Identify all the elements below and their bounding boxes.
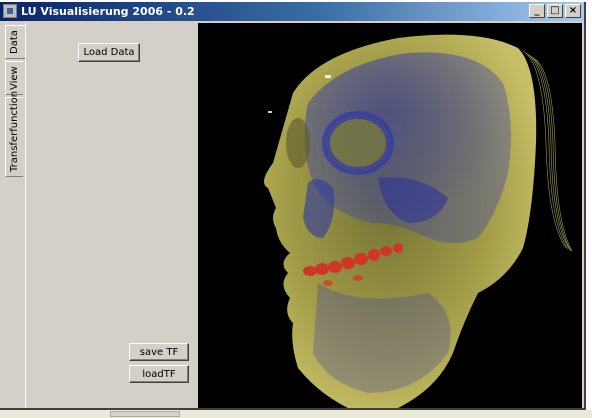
vertical-tabstrip: Data View Transferfunction (5, 25, 25, 405)
skull-volume-render (264, 34, 573, 408)
tab-data[interactable]: Data (5, 25, 25, 59)
tab-view-label: View (9, 66, 20, 90)
taskbar-item[interactable] (110, 411, 180, 417)
load-tf-button[interactable]: loadTF (129, 365, 189, 383)
orbit-right (286, 118, 310, 168)
window-controls: _ □ × (529, 4, 581, 18)
maximize-button[interactable]: □ (547, 4, 563, 18)
tab-data-label: Data (9, 30, 20, 54)
title-bar[interactable]: LU Visualisierung 2006 - 0.2 _ □ × (0, 2, 584, 21)
app-window: LU Visualisierung 2006 - 0.2 _ □ × Data … (0, 2, 586, 410)
app-icon[interactable] (3, 4, 17, 18)
tab-transferfunction[interactable]: Transferfunction (5, 91, 23, 177)
data-panel: Load Data save TF loadTF (25, 23, 196, 408)
window-title: LU Visualisierung 2006 - 0.2 (21, 5, 195, 18)
minimize-button[interactable]: _ (529, 4, 545, 18)
load-data-button[interactable]: Load Data (78, 43, 140, 62)
save-tf-button[interactable]: save TF (129, 343, 189, 361)
taskbar-strip (0, 410, 592, 418)
tab-transferfunction-label: Transferfunction (9, 90, 20, 172)
render-viewport[interactable] (198, 23, 582, 408)
client-area: Data View Transferfunction Load Data sav… (2, 23, 582, 408)
tab-view[interactable]: View (5, 61, 23, 95)
close-button[interactable]: × (565, 4, 581, 18)
